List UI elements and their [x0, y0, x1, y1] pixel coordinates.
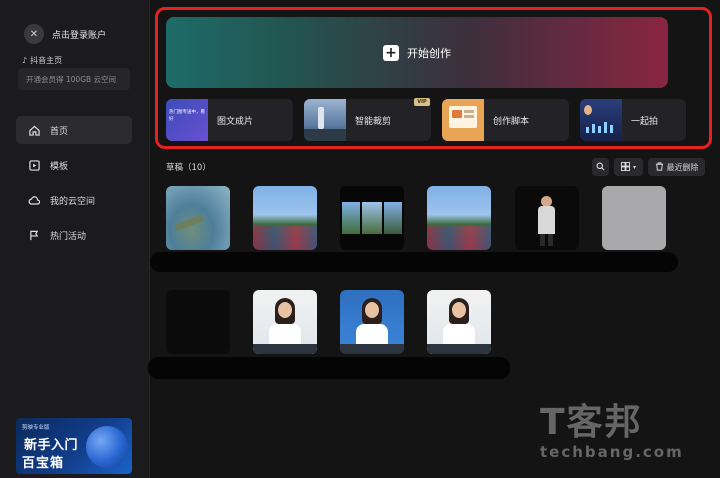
sidebar-item-label: 模板 [50, 161, 69, 172]
draft-thumbnail[interactable] [166, 290, 230, 354]
promo-title-line1: 新手入门 [24, 438, 79, 453]
template-icon [28, 159, 40, 171]
login-button[interactable]: ✕ 点击登录账户 [24, 24, 106, 44]
view-toggle-button[interactable]: ▾ [614, 158, 643, 176]
drafts-title: 草稿（10） [166, 163, 211, 173]
vip-badge: VIP [414, 98, 430, 106]
grid-icon [620, 161, 630, 173]
search-button[interactable] [592, 158, 609, 176]
draft-thumbnail[interactable] [427, 186, 491, 250]
sidebar-item-label: 首页 [50, 126, 69, 137]
cloud-icon [28, 194, 40, 206]
draft-thumbnail[interactable] [166, 186, 230, 250]
membership-button[interactable]: 开通会员得 100GB 云空间 [18, 68, 130, 90]
douyin-link[interactable]: ♪ 抖音主页 [22, 55, 62, 66]
redacted-bar [150, 252, 678, 272]
promo-brand: 剪映专业版 [22, 425, 50, 431]
watermark-en: techbang.com [540, 443, 684, 461]
tool-label: 图文成片 [217, 116, 254, 127]
sidebar-item-cloud[interactable]: 我的云空间 [16, 186, 132, 214]
sidebar: ✕ 点击登录账户 ♪ 抖音主页 开通会员得 100GB 云空间 首页 模板 我的… [0, 0, 150, 478]
trash-icon [655, 161, 664, 173]
tool-thumb-text: 热门图专送中，看好 [169, 110, 205, 122]
draft-thumbnail[interactable] [340, 290, 404, 354]
chevron-down-icon: ▾ [632, 163, 636, 171]
draft-thumbnail[interactable] [253, 290, 317, 354]
tool-thumb-script [442, 99, 484, 141]
watermark-cn: T客邦 [540, 402, 643, 443]
start-creating-button[interactable]: + 开始创作 [166, 17, 668, 88]
sidebar-item-activity[interactable]: 热门活动 [16, 221, 132, 249]
sidebar-item-label: 热门活动 [50, 231, 87, 242]
search-icon [596, 162, 605, 173]
tool-thumb-text-to-video: 热门图专送中，看好 [166, 99, 208, 141]
draft-thumbnail[interactable] [427, 290, 491, 354]
sidebar-nav: 首页 模板 我的云空间 热门活动 [16, 116, 132, 256]
draft-thumbnail[interactable] [253, 186, 317, 250]
watermark: T客邦 techbang.com [540, 393, 684, 461]
promo-title-line2: 百宝箱 [22, 456, 65, 471]
redacted-bar [148, 357, 510, 379]
douyin-icon: ♪ [22, 56, 28, 65]
recent-delete-label: 最近删除 [666, 162, 699, 172]
draft-thumbnail[interactable] [340, 186, 404, 250]
tool-script[interactable]: 创作脚本 [442, 99, 569, 141]
tool-label: 创作脚本 [493, 116, 530, 127]
promo-banner[interactable]: 剪映专业版 新手入门 百宝箱 [16, 418, 132, 474]
membership-text: 开通会员得 100GB 云空间 [26, 74, 117, 84]
flag-icon [28, 229, 40, 241]
recent-delete-button[interactable]: 最近删除 [648, 158, 705, 176]
draft-thumbnail[interactable] [515, 186, 579, 250]
promo-orb-graphic [86, 426, 128, 468]
tool-smart-crop[interactable]: 智能裁剪 [304, 99, 431, 141]
sidebar-item-label: 我的云空间 [50, 196, 96, 207]
login-text: 点击登录账户 [52, 30, 107, 41]
draft-thumbnail[interactable] [602, 186, 666, 250]
tool-text-to-video[interactable]: 热门图专送中，看好 图文成片 [166, 99, 293, 141]
tool-label: 一起拍 [631, 116, 659, 127]
start-creating-label: 开始创作 [407, 46, 451, 60]
tool-thumb-smart-crop [304, 99, 346, 141]
avatar-icon: ✕ [24, 24, 44, 44]
tool-shoot-together[interactable]: 一起拍 [580, 99, 686, 141]
sidebar-item-template[interactable]: 模板 [16, 151, 132, 179]
tool-thumb-shoot-together [580, 99, 622, 141]
tool-label: 智能裁剪 [355, 116, 392, 127]
home-icon [28, 124, 40, 136]
plus-icon: + [383, 44, 399, 61]
douyin-label: 抖音主页 [30, 56, 63, 65]
sidebar-item-home[interactable]: 首页 [16, 116, 132, 144]
